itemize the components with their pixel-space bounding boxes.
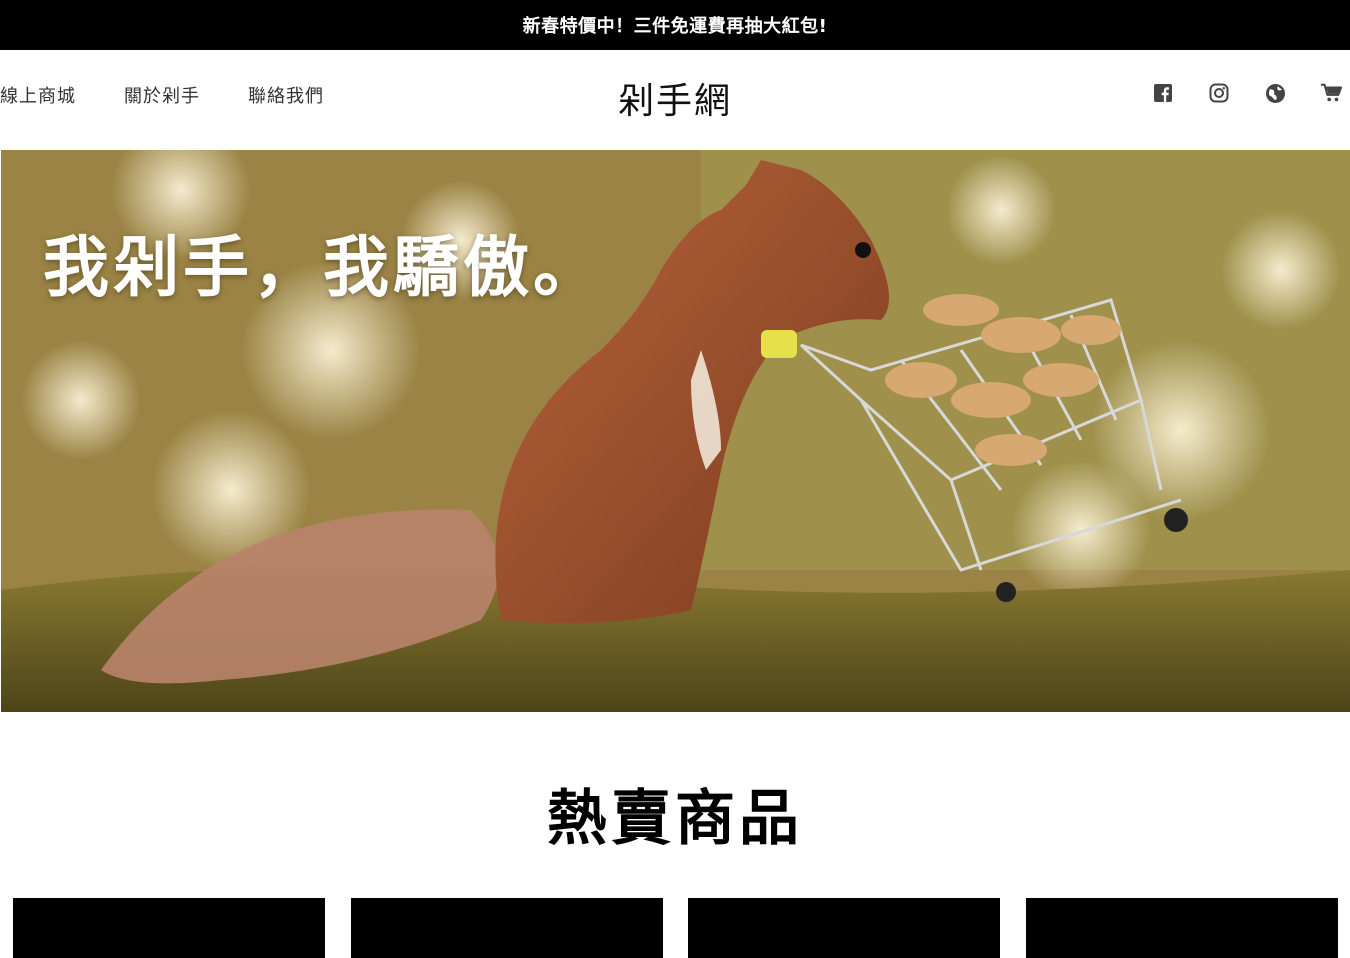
product-card[interactable]	[13, 898, 325, 958]
hero-banner: 我剁手，我驕傲。	[1, 150, 1350, 712]
navbar: 線上商城 關於剁手 聯絡我們 剁手網	[0, 50, 1350, 150]
announcement-bar: 新春特價中！三件免運費再抽大紅包!	[0, 0, 1350, 50]
section-title-best-sellers: 熱賣商品	[547, 784, 803, 854]
product-card[interactable]	[1025, 898, 1338, 958]
hero-title: 我剁手，我驕傲。	[43, 229, 603, 306]
cart-icon[interactable]	[1320, 82, 1342, 104]
announcement-text: 新春特價中！三件免運費再抽大紅包!	[522, 16, 828, 37]
nav-icons	[1152, 82, 1342, 104]
product-grid	[13, 898, 1338, 958]
product-card[interactable]	[350, 898, 663, 958]
product-card[interactable]	[688, 898, 1001, 958]
brand-logo[interactable]: 剁手網	[0, 72, 1350, 124]
instagram-icon[interactable]	[1208, 82, 1230, 104]
globe-icon[interactable]	[1264, 82, 1286, 104]
facebook-icon[interactable]	[1152, 82, 1174, 104]
